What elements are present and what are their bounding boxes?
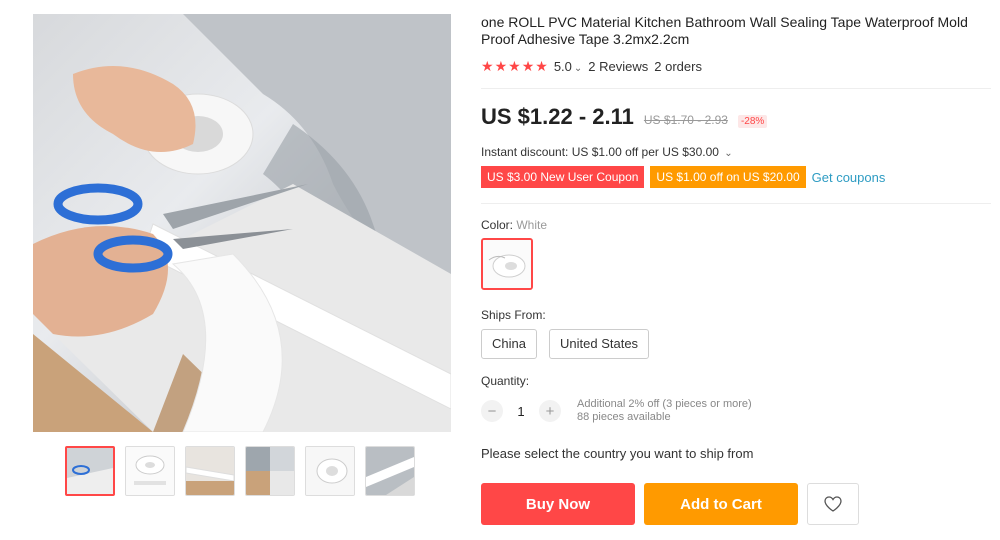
add-to-cart-button[interactable]: Add to Cart (644, 483, 798, 525)
star-rating[interactable]: ★ ★ ★ ★ ★ (481, 59, 548, 73)
color-label: Color: White (481, 218, 547, 232)
thumbnail-6[interactable] (365, 446, 415, 496)
star-icon: ★ (535, 58, 548, 74)
quantity-label: Quantity: (481, 374, 530, 388)
thumbnail-3[interactable] (185, 446, 235, 496)
star-icon: ★ (521, 58, 535, 74)
reviews-link[interactable]: 2 Reviews (588, 59, 648, 74)
ship-from-china[interactable]: China (481, 329, 537, 359)
main-product-image[interactable] (33, 14, 451, 432)
buy-now-button[interactable]: Buy Now (481, 483, 635, 525)
thumbnail-4[interactable] (245, 446, 295, 496)
ship-from-united-states[interactable]: United States (549, 329, 650, 359)
ships-from-label: Ships From: (481, 308, 546, 322)
ship-country-message: Please select the country you want to sh… (481, 446, 754, 461)
increment-button[interactable]: + (539, 400, 561, 422)
coupon-row: US $3.00 New User Coupon US $1.00 off on… (481, 166, 885, 188)
instant-discount-text: Instant discount: US $1.00 off per US $3… (481, 145, 719, 159)
discount-badge: -28% (737, 115, 768, 128)
original-price: US $1.70 - 2.93 (643, 113, 728, 127)
product-title: one ROLL PVC Material Kitchen Bathroom W… (481, 14, 968, 47)
thumbnail-strip (65, 446, 415, 498)
price-row: US $1.22 - 2.11 US $1.70 - 2.93 -28% (481, 104, 768, 130)
divider (481, 203, 991, 204)
orders-count: 2 orders (654, 58, 702, 74)
quantity-value[interactable]: 1 (513, 404, 529, 419)
rating-score[interactable]: 5.0 ⌄ (554, 59, 582, 74)
color-value: White (516, 218, 548, 232)
thumbnail-image (246, 447, 294, 495)
thumbnail-image (306, 447, 354, 495)
wishlist-button[interactable] (807, 483, 859, 525)
thumbnail-5[interactable] (305, 446, 355, 496)
chevron-down-icon: ⌄ (573, 62, 583, 74)
thumbnail-1[interactable] (65, 446, 115, 496)
quantity-info: Additional 2% off (3 pieces or more) 88 … (577, 398, 752, 424)
quantity-stepper: − 1 + Additional 2% off (3 pieces or mor… (481, 398, 752, 424)
new-user-coupon[interactable]: US $3.00 New User Coupon (481, 166, 645, 188)
product-photo (33, 14, 451, 432)
store-coupon[interactable]: US $1.00 off on US $20.00 (650, 166, 806, 188)
star-icon: ★ (494, 58, 508, 74)
divider (481, 88, 991, 89)
current-price: US $1.22 - 2.11 (481, 104, 634, 129)
swatch-image (483, 240, 531, 288)
chevron-down-icon: ⌄ (724, 148, 733, 159)
rating-score-value: 5.0 (553, 58, 572, 74)
decrement-button[interactable]: − (481, 400, 503, 422)
star-icon: ★ (508, 58, 521, 74)
thumbnail-image (366, 447, 414, 495)
stock-available-text: 88 pieces available (577, 411, 671, 423)
color-label-text: Color: (481, 218, 514, 232)
star-icon: ★ (481, 58, 494, 74)
thumbnail-image (126, 447, 174, 495)
bulk-discount-text: Additional 2% off (3 pieces or more) (577, 398, 752, 410)
thumbnail-2[interactable] (125, 446, 175, 496)
heart-icon (824, 496, 842, 512)
rating-row: ★ ★ ★ ★ ★ 5.0 ⌄ 2 Reviews 2 orders (481, 57, 702, 75)
thumbnail-image (186, 447, 234, 495)
thumbnail-image (67, 448, 113, 494)
get-coupons-link[interactable]: Get coupons (812, 170, 886, 185)
instant-discount[interactable]: Instant discount: US $1.00 off per US $3… (481, 145, 733, 159)
color-swatch-white[interactable] (481, 238, 533, 290)
